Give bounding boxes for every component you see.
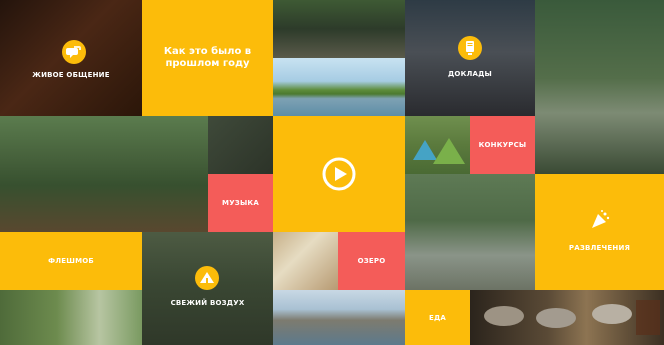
lake-label: ОЗЕРО — [357, 257, 386, 265]
photo-tents[interactable] — [405, 116, 470, 174]
photo-lake-group[interactable] — [273, 290, 405, 345]
camp-icon — [195, 266, 219, 290]
fun-tile[interactable]: РАЗВЛЕЧЕНИЯ — [535, 174, 664, 290]
music-label: МУЗЫКА — [222, 199, 259, 207]
photo-campfire-night[interactable]: ЖИВОЕ ОБЩЕНИЕ — [0, 0, 142, 116]
how-it-was-tile[interactable]: Как это было в прошлом году — [142, 0, 273, 116]
how-it-was-line1: Как это было в — [163, 46, 252, 57]
food-tile[interactable]: ЕДА — [405, 290, 470, 345]
photo-reports-hall[interactable]: ДОКЛАДЫ — [405, 0, 535, 116]
photo-musician[interactable] — [208, 116, 273, 174]
contests-label: КОНКУРСЫ — [478, 141, 527, 149]
photo-group-hug[interactable] — [535, 0, 664, 174]
how-it-was-line2: прошлом году — [165, 58, 250, 69]
document-icon — [458, 36, 482, 60]
photo-cooking-pots[interactable] — [470, 290, 664, 345]
reports-label: ДОКЛАДЫ — [447, 70, 493, 78]
play-icon[interactable] — [321, 156, 357, 192]
flashmob-label: ФЛЕШМОБ — [48, 257, 94, 265]
photo-food-plate[interactable] — [273, 232, 338, 290]
food-label: ЕДА — [428, 313, 447, 322]
contests-tile[interactable]: КОНКУРСЫ — [470, 116, 535, 174]
fun-label: РАЗВЛЕЧЕНИЯ — [568, 244, 631, 252]
photo-forest-audience[interactable] — [273, 0, 405, 58]
live-communication-label: ЖИВОЕ ОБЩЕНИЕ — [32, 71, 110, 79]
speech-bubble-icon — [62, 40, 86, 64]
photo-lake-island[interactable] — [273, 58, 405, 116]
party-icon — [588, 208, 612, 232]
pot-shapes — [484, 300, 660, 335]
photo-fresh-air[interactable]: СВЕЖИЙ ВОЗДУХ — [142, 232, 273, 345]
tent-shapes — [413, 138, 465, 164]
video-play-tile[interactable] — [273, 116, 405, 232]
event-mosaic: ЖИВОЕ ОБЩЕНИЕ Как это было в прошлом год… — [0, 0, 664, 345]
photo-forest-crowd[interactable] — [0, 116, 208, 232]
photo-man-outdoors[interactable] — [0, 290, 142, 345]
flashmob-tile[interactable]: ФЛЕШМОБ — [0, 232, 142, 290]
lake-tile[interactable]: ОЗЕРО — [338, 232, 405, 290]
fresh-air-label: СВЕЖИЙ ВОЗДУХ — [170, 299, 245, 307]
music-tile[interactable]: МУЗЫКА — [208, 174, 273, 232]
photo-forest-game[interactable] — [405, 174, 535, 290]
